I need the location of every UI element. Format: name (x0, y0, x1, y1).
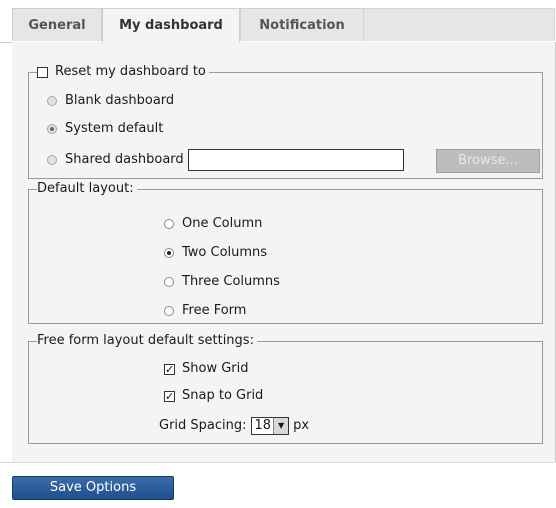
shared-dashboard-label: Shared dashboard (65, 152, 184, 167)
tab-bar: General My dashboard Notification (0, 8, 555, 43)
grid-spacing-unit: px (293, 418, 310, 433)
grid-spacing-select[interactable]: 18 ▼ (250, 417, 290, 435)
reset-dashboard-label: Reset my dashboard to (55, 64, 206, 79)
blank-dashboard-radio[interactable] (47, 96, 57, 106)
shared-dashboard-radio[interactable] (47, 155, 57, 165)
grid-spacing-label: Grid Spacing: (159, 418, 247, 433)
one-column-label: One Column (182, 216, 263, 231)
one-column-radio[interactable] (164, 219, 174, 229)
blank-dashboard-label: Blank dashboard (65, 93, 175, 108)
tab-my-dashboard[interactable]: My dashboard (102, 8, 240, 43)
snap-to-grid-label: Snap to Grid (182, 388, 264, 403)
three-columns-radio[interactable] (164, 277, 174, 287)
show-grid-option[interactable]: ✓ Show Grid (164, 361, 249, 377)
system-default-radio[interactable] (47, 124, 57, 134)
two-columns-radio[interactable] (164, 248, 174, 258)
reset-dashboard-checkbox[interactable] (37, 66, 48, 78)
grid-spacing-row: Grid Spacing: 18 ▼ px (159, 417, 309, 435)
tab-bar-filler (363, 8, 555, 41)
show-grid-label: Show Grid (182, 361, 249, 376)
two-columns-label: Two Columns (182, 245, 268, 260)
free-form-settings-legend: Free form layout default settings: (37, 333, 257, 349)
system-default-label: System default (65, 121, 164, 136)
default-layout-legend: Default layout: (37, 181, 137, 197)
free-form-radio[interactable] (164, 306, 174, 316)
free-form-label: Free Form (182, 303, 247, 318)
shared-dashboard-input[interactable] (187, 149, 404, 171)
three-columns-label: Three Columns (182, 274, 280, 289)
option-three-columns[interactable]: Three Columns (164, 274, 280, 290)
reset-dashboard-legend: Reset my dashboard to (37, 64, 209, 80)
option-system-default[interactable]: System default (47, 121, 163, 137)
option-two-columns[interactable]: Two Columns (164, 245, 267, 261)
snap-to-grid-option[interactable]: ✓ Snap to Grid (164, 388, 263, 404)
grid-spacing-value: 18 (254, 418, 272, 433)
chevron-down-icon[interactable]: ▼ (273, 418, 289, 434)
show-grid-checkbox[interactable]: ✓ (164, 363, 175, 375)
option-free-form[interactable]: Free Form (164, 303, 246, 319)
footer-divider (0, 462, 556, 463)
browse-button[interactable]: Browse... (436, 149, 540, 173)
tab-notification[interactable]: Notification (240, 8, 364, 41)
tab-general[interactable]: General (12, 8, 102, 41)
free-form-settings-group: Free form layout default settings: ✓ Sho… (28, 333, 543, 444)
save-options-button[interactable]: Save Options (12, 476, 174, 500)
default-layout-group: Default layout: One Column Two Columns T… (28, 181, 543, 324)
option-blank-dashboard[interactable]: Blank dashboard (47, 93, 174, 109)
option-shared-dashboard[interactable]: Shared dashboard (47, 149, 404, 171)
option-one-column[interactable]: One Column (164, 216, 262, 232)
snap-to-grid-checkbox[interactable]: ✓ (164, 390, 175, 402)
